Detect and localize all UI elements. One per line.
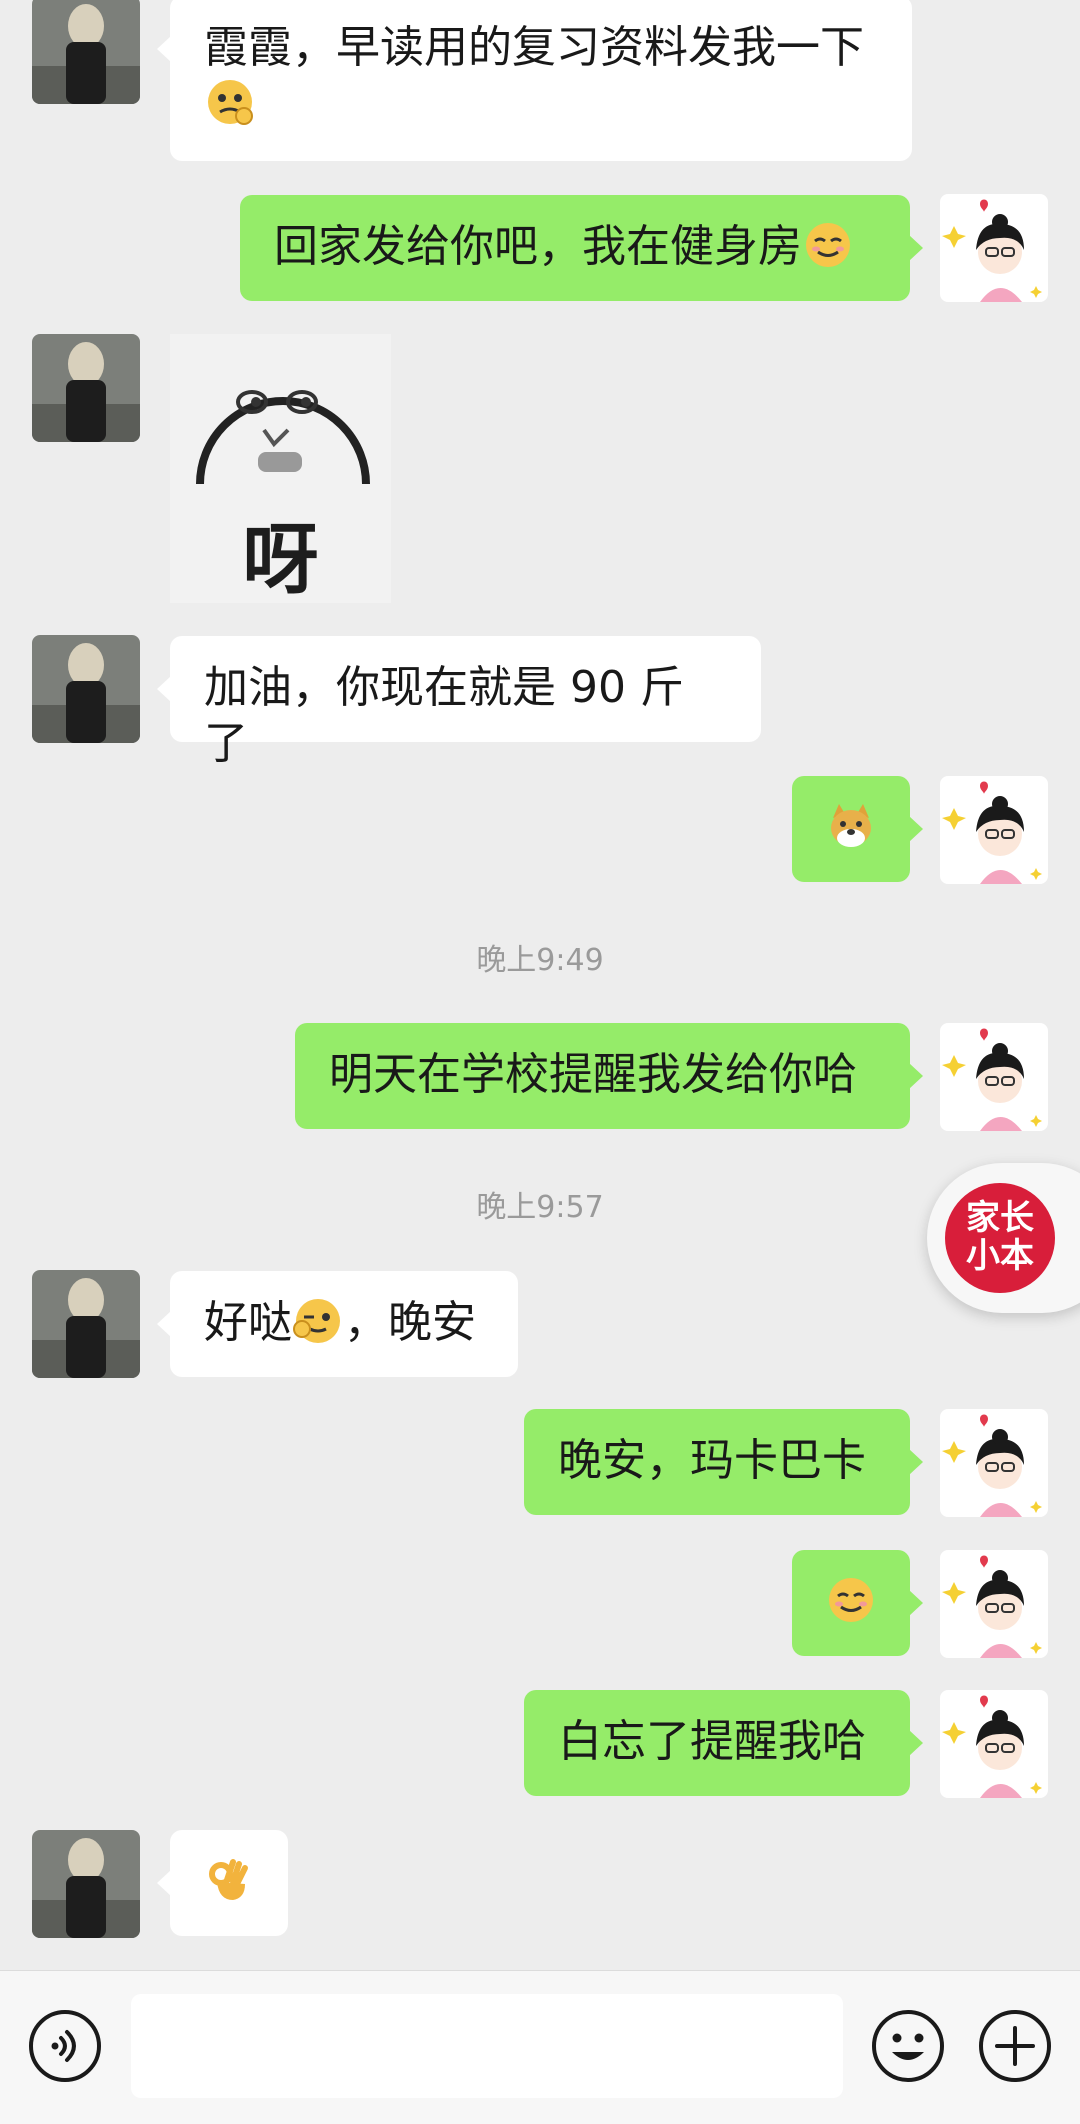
message-text-after: ，晚安 <box>344 1297 476 1348</box>
my-avatar[interactable] <box>940 1690 1048 1798</box>
message-text: 晚安，玛卡巴卡 <box>558 1435 866 1486</box>
message-bubble-outgoing[interactable] <box>792 776 923 882</box>
message-bubble-incoming[interactable]: 霞霞，早读用的复习资料发我一下 <box>157 0 912 161</box>
message-text: 明天在学校提醒我发给你哈 <box>329 1049 857 1100</box>
voice-input-icon[interactable] <box>27 2008 103 2084</box>
wink-emoji-icon <box>292 1295 344 1347</box>
my-avatar[interactable] <box>940 1550 1048 1658</box>
timestamp: 晚上9:49 <box>476 943 604 978</box>
message-text: 好哒 <box>204 1297 292 1348</box>
logo-line-1: 家长 <box>966 1198 1034 1238</box>
smirk-emoji-icon <box>825 1574 877 1626</box>
parent-notebook-logo: 家长 小本 <box>945 1183 1055 1293</box>
contact-avatar[interactable] <box>32 1270 140 1378</box>
logo-line-2: 小本 <box>966 1236 1034 1276</box>
ok-hand-emoji-icon <box>203 1854 255 1906</box>
sticker-caption: 呀 <box>242 515 319 604</box>
message-input[interactable] <box>131 1994 843 2098</box>
message-bubble-incoming[interactable] <box>157 1830 288 1936</box>
chat-input-bar <box>0 1970 1080 2124</box>
message-bubble-outgoing[interactable]: 晚安，玛卡巴卡 <box>524 1409 923 1515</box>
doge-emoji-icon <box>825 800 877 852</box>
floating-shortcut-button[interactable]: 家长 小本 <box>927 1163 1080 1313</box>
thinking-emoji-icon <box>204 76 256 128</box>
message-bubble-outgoing[interactable]: 白忘了提醒我哈 <box>524 1690 923 1796</box>
my-avatar[interactable] <box>940 776 1048 884</box>
message-bubble-outgoing[interactable]: 回家发给你吧，我在健身房 <box>240 195 923 301</box>
message-bubble-outgoing[interactable]: 明天在学校提醒我发给你哈 <box>295 1023 923 1129</box>
contact-avatar[interactable] <box>32 1830 140 1938</box>
chat-message-list[interactable]: 霞霞，早读用的复习资料发我一下 回家发给你吧，我在健身房 呀 加油，你现在就是 … <box>0 0 1080 1970</box>
my-avatar[interactable] <box>940 1409 1048 1517</box>
contact-avatar[interactable] <box>32 0 140 104</box>
message-bubble-incoming[interactable]: 加油，你现在就是 90 斤了 <box>157 636 761 769</box>
contact-avatar[interactable] <box>32 635 140 743</box>
smirk-emoji-icon <box>802 219 854 271</box>
message-bubble-incoming[interactable]: 好哒 ，晚安 <box>157 1271 518 1377</box>
message-text: 白忘了提醒我哈 <box>558 1716 866 1767</box>
message-text: 回家发给你吧，我在健身房 <box>274 221 802 272</box>
my-avatar[interactable] <box>940 1023 1048 1131</box>
emoji-icon[interactable] <box>870 2008 946 2084</box>
message-bubble-outgoing[interactable] <box>792 1550 923 1656</box>
sticker-message[interactable]: 呀 <box>170 334 391 603</box>
my-avatar[interactable] <box>940 194 1048 302</box>
message-text: 霞霞，早读用的复习资料发我一下 <box>204 22 864 73</box>
message-text: 加油，你现在就是 90 斤了 <box>204 662 684 769</box>
timestamp: 晚上9:57 <box>476 1190 604 1225</box>
contact-avatar[interactable] <box>32 334 140 442</box>
plus-icon[interactable] <box>977 2008 1053 2084</box>
